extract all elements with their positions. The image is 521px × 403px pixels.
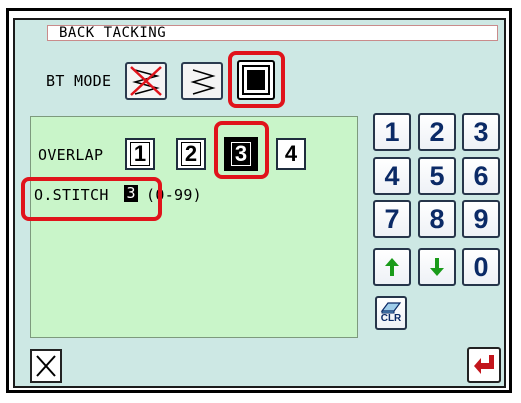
cancel-button[interactable] [30, 349, 62, 383]
clear-label: CLR [380, 313, 402, 324]
overlap-option-2-label: 2 [184, 141, 198, 166]
keypad-7-label: 7 [384, 203, 400, 234]
bt-mode-label: BT MODE [46, 72, 112, 90]
o-stitch-range-open: ( [146, 186, 156, 204]
keypad-5-label: 5 [429, 160, 445, 191]
keypad-6-label: 6 [473, 160, 489, 191]
bt-mode-zigzag-button[interactable] [181, 62, 223, 100]
overlap-option-2[interactable]: 2 [176, 138, 206, 170]
o-stitch-value: 3 [126, 184, 136, 202]
o-stitch-range: (0-99) [146, 186, 202, 204]
overlap-option-1-label: 1 [133, 141, 147, 166]
o-stitch-range-rest: -99) [164, 186, 203, 204]
keypad-5-button[interactable]: 5 [418, 157, 456, 195]
keypad-4-button[interactable]: 4 [373, 157, 411, 195]
keypad-2-button[interactable]: 2 [418, 113, 456, 151]
keypad-8-button[interactable]: 8 [418, 200, 456, 238]
bt-mode-box-button[interactable] [237, 60, 275, 100]
keypad-6-button[interactable]: 6 [462, 157, 500, 195]
keypad-3-button[interactable]: 3 [462, 113, 500, 151]
enter-button[interactable] [467, 347, 501, 383]
keypad-up-button[interactable] [373, 248, 411, 286]
arrow-down-icon [430, 258, 444, 276]
arrow-up-icon [385, 258, 399, 276]
keypad-3-label: 3 [473, 116, 489, 147]
keypad-1-label: 1 [384, 116, 400, 147]
o-stitch-range-min: 0 [155, 186, 165, 204]
keypad-0-button[interactable]: 0 [462, 248, 500, 286]
keypad-1-button[interactable]: 1 [373, 113, 411, 151]
crossed-zigzag-icon [130, 66, 162, 96]
overlap-option-3-label: 3 [234, 141, 248, 166]
keypad-down-button[interactable] [418, 248, 456, 286]
keypad-7-button[interactable]: 7 [373, 200, 411, 238]
o-stitch-value-field[interactable]: 3 [124, 185, 138, 202]
keypad-0-label: 0 [473, 251, 489, 282]
zigzag-icon [190, 69, 216, 95]
overlap-option-4[interactable]: 4 [276, 138, 306, 170]
box-stitch-icon [242, 65, 270, 95]
bt-mode-off-button[interactable] [125, 62, 167, 100]
keypad-4-label: 4 [384, 160, 400, 191]
overlap-option-4-label: 4 [284, 141, 298, 166]
overlap-label: OVERLAP [38, 146, 104, 164]
enter-return-icon [474, 355, 494, 374]
keypad-9-label: 9 [473, 203, 489, 234]
keypad-2-label: 2 [429, 116, 445, 147]
window-title: BACK TACKING [47, 25, 498, 41]
keypad-9-button[interactable]: 9 [462, 200, 500, 238]
eraser-icon [380, 302, 402, 314]
keypad-8-label: 8 [429, 203, 445, 234]
clear-button[interactable]: CLR [375, 296, 407, 330]
overlap-option-3[interactable]: 3 [224, 137, 258, 171]
overlap-option-1[interactable]: 1 [125, 138, 155, 170]
o-stitch-label: O.STITCH [34, 186, 109, 204]
close-icon [36, 355, 56, 377]
